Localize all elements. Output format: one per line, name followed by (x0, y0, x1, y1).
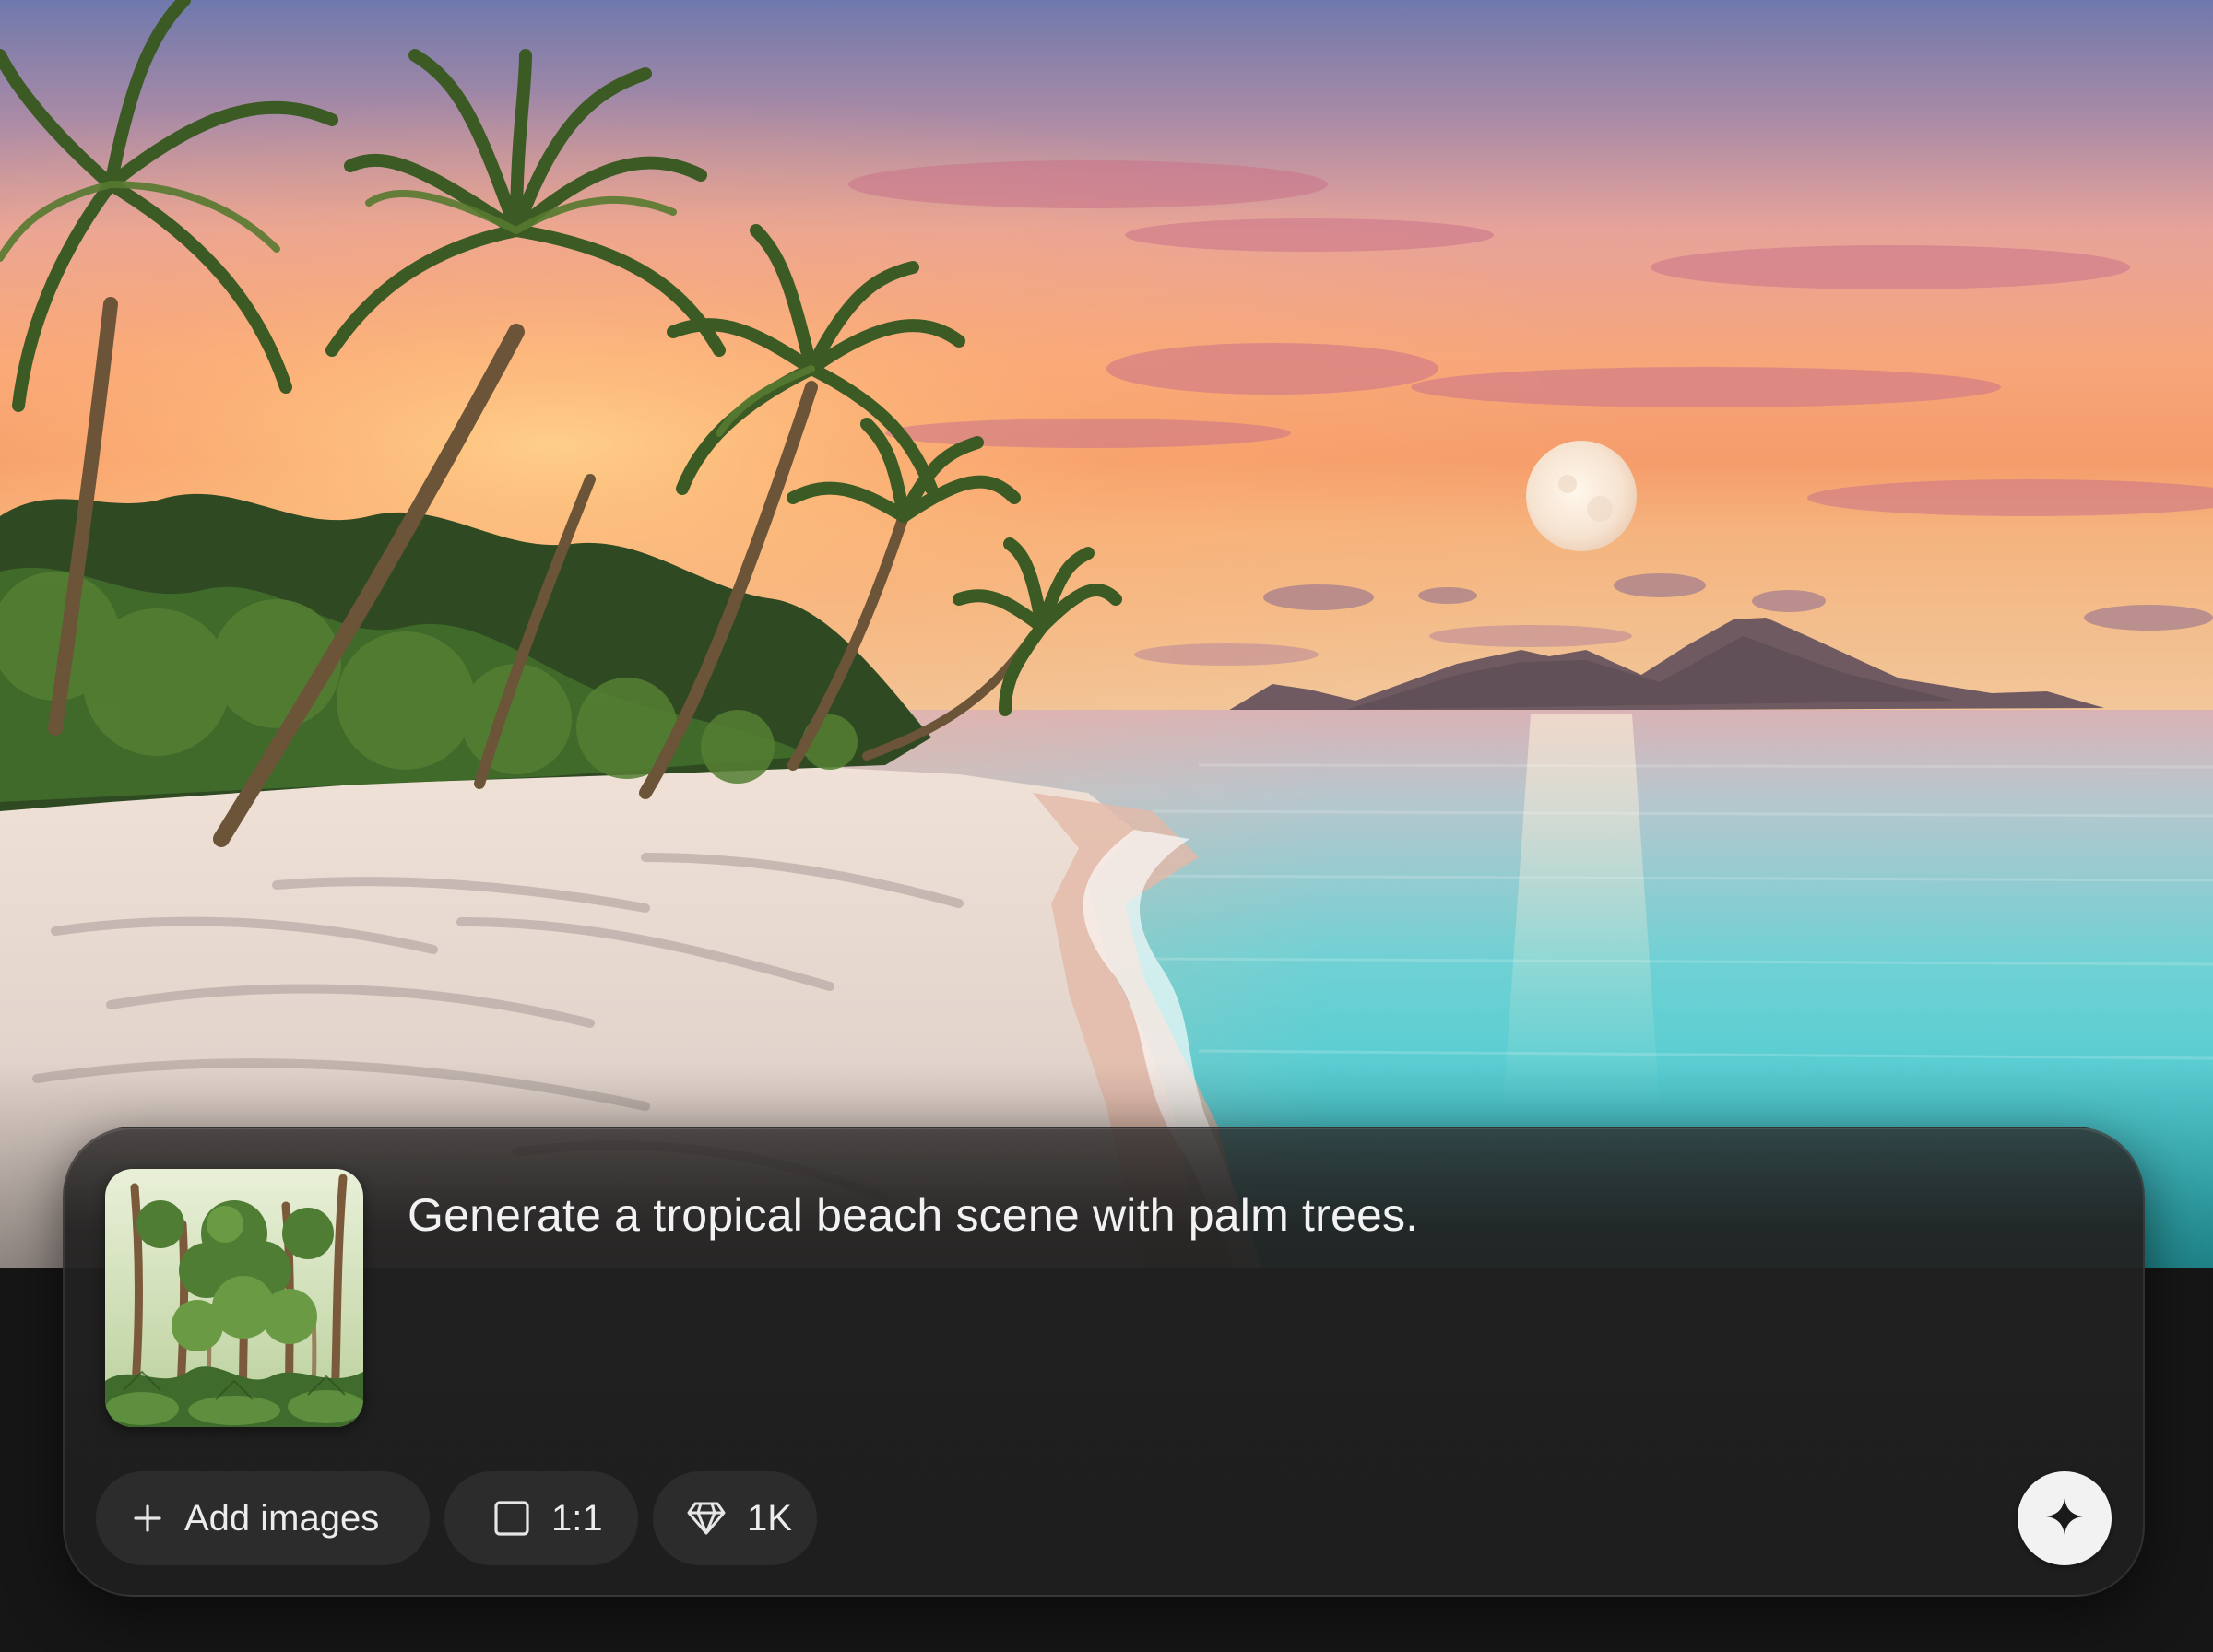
plus-icon (131, 1502, 164, 1535)
beach-scene-illustration (0, 0, 2213, 1268)
reference-image-thumbnail[interactable] (105, 1169, 363, 1427)
generated-image[interactable] (0, 0, 2213, 1268)
jungle-illustration (105, 1169, 363, 1427)
aspect-ratio-button[interactable]: 1:1 (444, 1471, 638, 1565)
app-canvas: Generate a tropical beach scene with pal… (0, 0, 2213, 1652)
diamond-icon (686, 1500, 727, 1537)
add-images-label: Add images (184, 1497, 380, 1539)
aspect-ratio-label: 1:1 (551, 1497, 603, 1539)
resolution-button[interactable]: 1K (653, 1471, 817, 1565)
prompt-input[interactable]: Generate a tropical beach scene with pal… (408, 1186, 2049, 1245)
prompt-composer: Generate a tropical beach scene with pal… (63, 1127, 2145, 1597)
add-images-button[interactable]: Add images (96, 1471, 430, 1565)
square-icon (492, 1499, 531, 1538)
sparkle-icon (2044, 1496, 2085, 1541)
composer-toolbar: Add images 1:1 1K (96, 1471, 817, 1565)
generate-button[interactable] (2018, 1471, 2112, 1565)
resolution-label: 1K (747, 1497, 792, 1539)
